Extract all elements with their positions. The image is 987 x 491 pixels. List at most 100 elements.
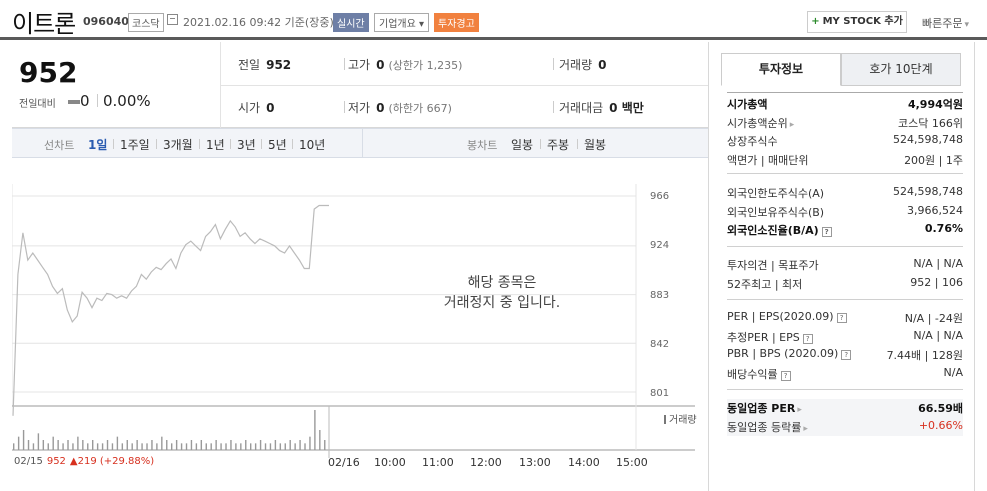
- period-1y[interactable]: 1년: [206, 136, 225, 153]
- period-5y[interactable]: 5년: [268, 136, 287, 153]
- info-row: 투자의견 | 목표주가 N/A | N/A: [727, 256, 963, 275]
- info-row[interactable]: 시가총액순위 ▸ 코스닥 166위: [727, 114, 963, 133]
- info-row: 추정PER | EPS? N/A | N/A: [727, 328, 963, 347]
- period-1d[interactable]: 1일: [88, 136, 107, 153]
- info-key: 시가총액순위 ▸: [727, 116, 795, 130]
- info-value: 4,994억원: [907, 98, 963, 111]
- info-value: 66.59배: [918, 402, 963, 415]
- prev-close-value: 952: [266, 58, 292, 72]
- investment-info-panel: 투자정보 호가 10단계 시가총액 4,994억원 시가총액순위 ▸ 코스닥 166위 상…: [708, 42, 975, 491]
- volume-bar: [121, 443, 124, 450]
- price-series-line: [12, 204, 329, 416]
- mystock-add-button[interactable]: + MY STOCK 추가: [807, 11, 907, 33]
- volume-bar: [195, 443, 198, 450]
- info-row[interactable]: 동일업종 PER ▸ 66.59배: [727, 399, 963, 418]
- info-key: 투자의견 | 목표주가: [727, 259, 819, 272]
- divider: [727, 246, 963, 247]
- volume-bar: [156, 443, 158, 450]
- volume-bar: [284, 443, 286, 450]
- low-value: 0: [376, 101, 385, 115]
- volume-bar: [161, 436, 163, 450]
- info-key: 외국인보유주식수(B): [727, 205, 825, 219]
- info-value: 524,598,748: [893, 185, 963, 198]
- info-key: 외국인소진율(B/A)?: [727, 222, 832, 238]
- info-row: 액면가 | 매매단위 200원 | 1주: [727, 151, 963, 170]
- info-row[interactable]: 동일업종 등락률 ▸ +0.66%: [727, 418, 963, 437]
- period-1w[interactable]: 1주일: [120, 136, 150, 153]
- volume-bar: [180, 443, 183, 450]
- info-key: 상장주식수: [727, 135, 778, 148]
- divider: [261, 139, 262, 149]
- info-key: 액면가 | 매매단위: [727, 153, 809, 167]
- x-start-label: 02/15 952 ▲219 (+29.88%): [14, 456, 154, 467]
- info-value: 524,598,748: [893, 133, 963, 146]
- volume-bar: [131, 443, 133, 450]
- valuation-group: PER | EPS(2020.09)? N/A | -24원 추정PER | EPS…: [727, 309, 963, 383]
- chevron-down-icon: ▾: [419, 19, 425, 30]
- change-label: 전일대비: [19, 99, 56, 110]
- help-icon[interactable]: ?: [821, 227, 832, 237]
- volume-bar: [171, 443, 173, 450]
- volume-bar: [220, 443, 222, 450]
- candle-monthly[interactable]: 월봉: [584, 136, 606, 153]
- company-info-dropdown[interactable]: 기업개요 ▾: [374, 13, 430, 32]
- x-start-change: ▲219 (+29.88%): [69, 456, 155, 467]
- volume-bar: [245, 440, 247, 450]
- volume-bar: [299, 440, 301, 450]
- volume-bar: [235, 443, 237, 450]
- info-row: 배당수익률? N/A: [727, 365, 963, 384]
- trading-halt-message: 해당 종목은 거래정지 중 입니다.: [402, 273, 602, 313]
- volume: 거래량 0: [559, 56, 606, 73]
- volume-label: 거래량: [559, 58, 593, 72]
- x-tick-label: 02/16: [328, 456, 360, 469]
- period-10y[interactable]: 10년: [299, 136, 325, 153]
- prev-close-label: 전일: [238, 58, 261, 72]
- quick-order-button[interactable]: 빠른주문 ▾: [922, 15, 969, 31]
- stock-code: 096040: [83, 15, 129, 28]
- help-icon[interactable]: ?: [841, 350, 852, 360]
- period-3m[interactable]: 3개월: [163, 136, 193, 153]
- volume-bar: [314, 410, 316, 450]
- quote-datetime: 2021.02.16 09:42 기준(장중): [183, 16, 334, 29]
- tab-investment-info[interactable]: 투자정보: [721, 53, 841, 86]
- volume-bar: [77, 436, 79, 450]
- divider: [727, 299, 963, 300]
- help-icon[interactable]: ?: [836, 313, 847, 323]
- help-icon[interactable]: ?: [780, 370, 791, 381]
- x-tick-label: 13:00: [519, 456, 551, 469]
- divider: [540, 139, 541, 149]
- volume-legend: 거래량: [664, 411, 697, 426]
- info-value: 952 | 106: [910, 275, 963, 289]
- volume-bar: [250, 443, 252, 450]
- volume-bar: [309, 436, 311, 450]
- opinion-group: 투자의견 | 목표주가 N/A | N/A 52주최고 | 최저 952 | 106: [727, 256, 963, 293]
- candle-daily[interactable]: 일봉: [511, 136, 533, 153]
- divider: [553, 101, 554, 113]
- divider: [97, 94, 98, 107]
- period-3y[interactable]: 3년: [237, 136, 256, 153]
- divider: [553, 58, 554, 70]
- tab-order-book[interactable]: 호가 10단계: [841, 53, 961, 86]
- info-key: 외국인한도주식수(A): [727, 187, 825, 200]
- volume-bar: [289, 440, 291, 450]
- divider: [344, 101, 345, 113]
- volume-bar: [294, 443, 296, 450]
- divider: [113, 139, 114, 149]
- foreign-ownership-group: 외국인한도주식수(A) 524,598,748 외국인보유주식수(B) 3,966,5…: [727, 184, 963, 240]
- volume-bar: [210, 443, 212, 450]
- chevron-down-icon: ▾: [964, 20, 970, 30]
- chevron-right-icon: ▸: [803, 423, 808, 434]
- help-icon[interactable]: ?: [802, 333, 813, 344]
- info-value: 200원 | 1주: [904, 153, 963, 167]
- volume-bar: [32, 443, 35, 450]
- divider: [577, 139, 578, 149]
- high-label: 고가: [348, 58, 371, 72]
- prev-close: 전일 952: [238, 56, 291, 73]
- change-value: 0: [80, 92, 90, 110]
- line-chart-label: 선차트: [44, 139, 75, 152]
- divider: [344, 58, 345, 70]
- candle-weekly[interactable]: 주봉: [547, 136, 569, 153]
- volume-bar: [67, 440, 69, 450]
- open-price: 시가 0: [238, 99, 274, 116]
- info-row: 52주최고 | 최저 952 | 106: [727, 275, 963, 294]
